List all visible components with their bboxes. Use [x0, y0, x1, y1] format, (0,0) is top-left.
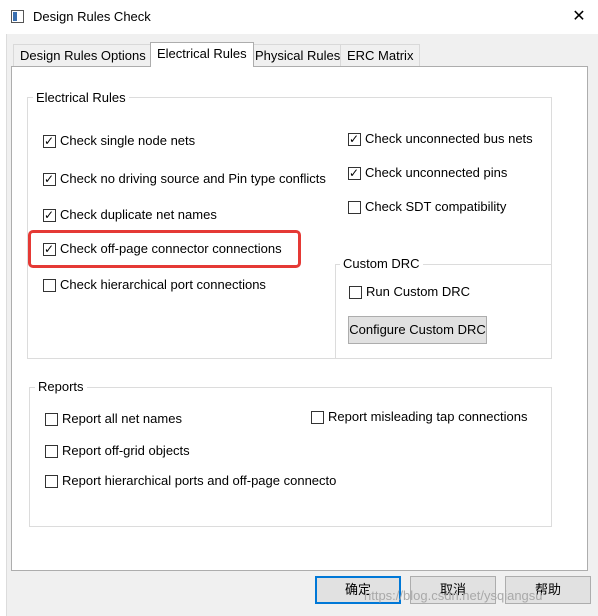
run-custom-drc[interactable]: Run Custom DRC: [349, 283, 470, 301]
checkbox-label: Report hierarchical ports and off-page c…: [62, 473, 337, 488]
report-all-net-names[interactable]: Report all net names: [45, 410, 182, 428]
checkbox-label: Check single node nets: [60, 133, 196, 148]
checkbox-label: Check hierarchical port connections: [60, 277, 266, 292]
checkbox-label: Check SDT compatibility: [365, 199, 507, 214]
checkbox[interactable]: [348, 131, 361, 147]
check-unconnected-bus-nets[interactable]: Check unconnected bus nets: [348, 130, 533, 148]
custom-drc-group: [335, 264, 552, 359]
checkbox[interactable]: [43, 207, 56, 223]
checkbox[interactable]: [45, 412, 58, 426]
checkbox[interactable]: [311, 410, 324, 424]
checkbox[interactable]: [45, 474, 58, 488]
tab-electrical-rules[interactable]: Electrical Rules: [150, 42, 254, 67]
report-hierarchical-ports[interactable]: Report hierarchical ports and off-page c…: [45, 472, 336, 490]
watermark-text: https://blog.csdn.net/ysqiangsu: [364, 588, 543, 603]
checkbox-label: Check duplicate net names: [60, 207, 217, 222]
tab-physical-rules[interactable]: Physical Rules: [248, 44, 348, 66]
highlight-box: [28, 230, 301, 268]
report-misleading-tap[interactable]: Report misleading tap connections: [311, 408, 527, 426]
checkbox-label: Run Custom DRC: [366, 284, 471, 299]
checkbox-label: Check no driving source and Pin type con…: [60, 171, 326, 186]
report-off-grid-objects[interactable]: Report off-grid objects: [45, 442, 190, 460]
checkbox[interactable]: [43, 171, 56, 187]
check-unconnected-pins[interactable]: Check unconnected pins: [348, 164, 507, 182]
check-single-node-nets[interactable]: Check single node nets: [43, 132, 195, 150]
electrical-rules-legend: Electrical Rules: [33, 90, 129, 105]
configure-custom-drc-button[interactable]: Configure Custom DRC: [348, 316, 487, 344]
close-icon[interactable]: ✕: [568, 6, 590, 28]
checkbox[interactable]: [348, 165, 361, 181]
checkbox-label: Report off-grid objects: [62, 443, 190, 458]
window-title: Design Rules Check: [33, 9, 151, 24]
tab-erc-matrix[interactable]: ERC Matrix: [340, 44, 421, 66]
checkbox[interactable]: [348, 200, 361, 214]
checkbox[interactable]: [43, 133, 56, 149]
check-duplicate-net-names[interactable]: Check duplicate net names: [43, 206, 217, 224]
tab-design-rules-options[interactable]: Design Rules Options: [13, 44, 153, 66]
checkbox-label: Check unconnected pins: [365, 165, 508, 180]
checkbox[interactable]: [349, 285, 362, 299]
check-hierarchical-port[interactable]: Check hierarchical port connections: [43, 276, 266, 294]
checkbox-label: Report all net names: [62, 411, 182, 426]
background-window-strip: [0, 34, 7, 616]
check-no-driving-source[interactable]: Check no driving source and Pin type con…: [43, 170, 326, 188]
dialog-icon: [11, 10, 24, 23]
reports-legend: Reports: [35, 379, 87, 394]
checkbox[interactable]: [43, 278, 56, 292]
checkbox[interactable]: [45, 444, 58, 458]
checkbox-label: Check unconnected bus nets: [365, 131, 533, 146]
check-sdt-compatibility[interactable]: Check SDT compatibility: [348, 198, 506, 216]
custom-drc-legend: Custom DRC: [340, 256, 423, 271]
checkbox-label: Report misleading tap connections: [328, 409, 528, 424]
